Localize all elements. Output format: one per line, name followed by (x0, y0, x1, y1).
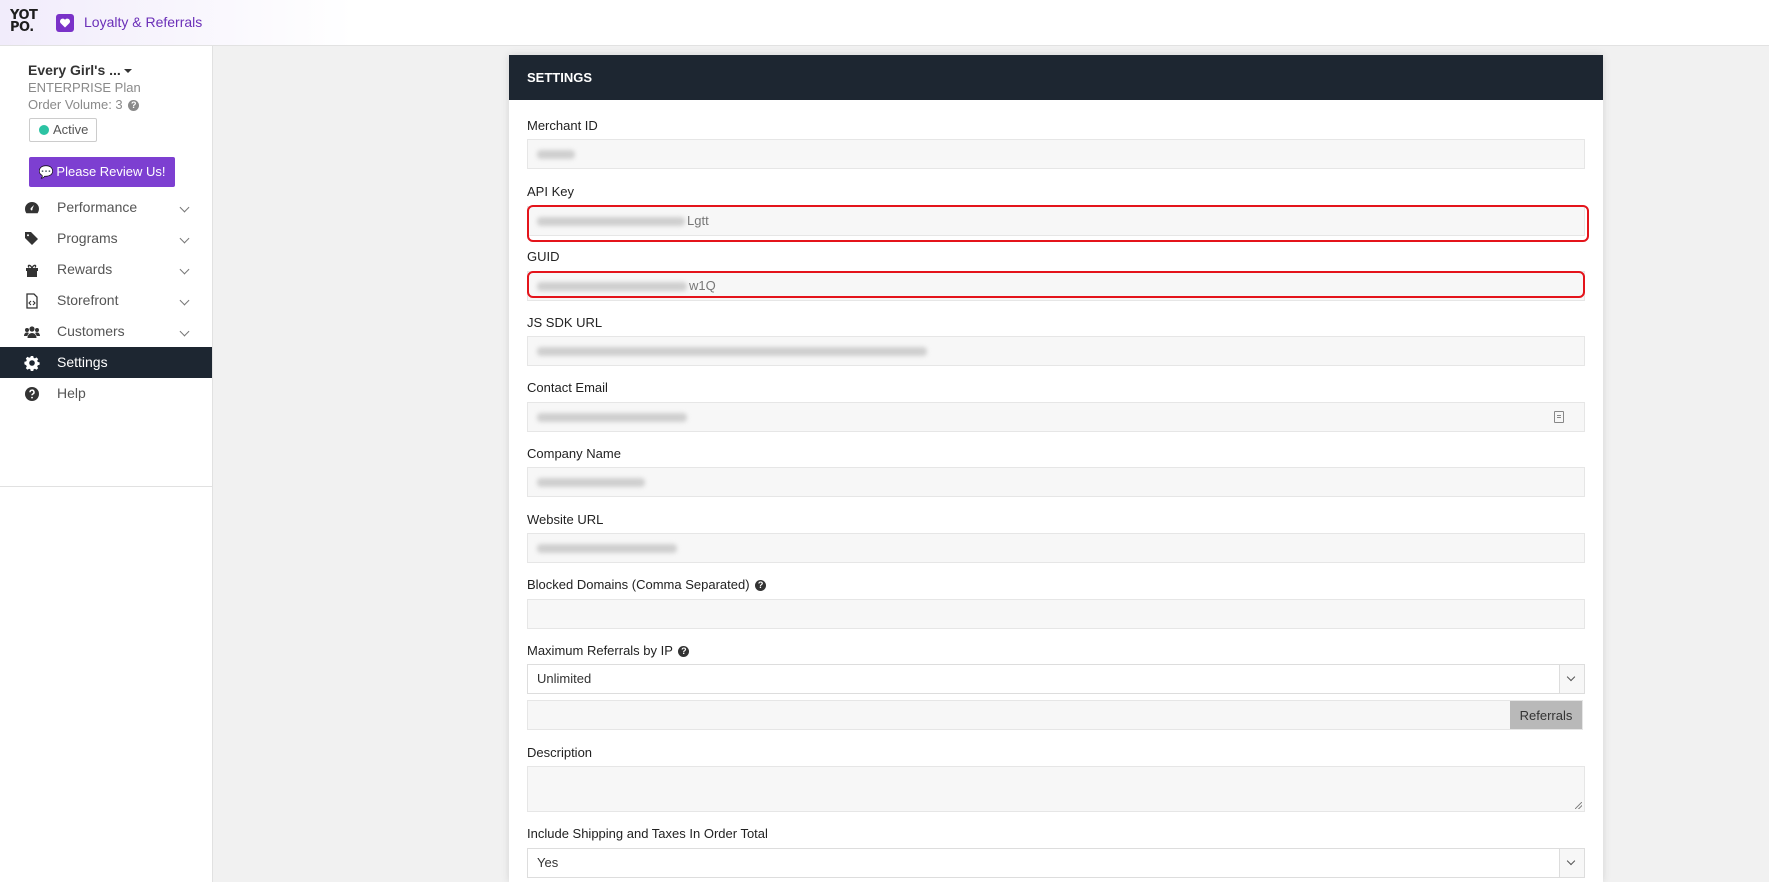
api-key-label: API Key (527, 184, 574, 199)
referrals-addon: Referrals (1510, 701, 1582, 729)
api-key-highlight (527, 205, 1589, 242)
include-shipping-label: Include Shipping and Taxes In Order Tota… (527, 826, 768, 841)
sidebar-item-settings[interactable]: Settings (0, 347, 212, 378)
account-plan: ENTERPRISE Plan (28, 80, 141, 95)
settings-title: SETTINGS (527, 70, 593, 85)
sidebar-item-label: Customers (57, 323, 125, 339)
sidebar-item-label: Performance (57, 199, 138, 215)
chevron-down-icon (179, 326, 190, 337)
settings-panel: SETTINGS Merchant ID API Key Lgtt GUID w… (509, 55, 1603, 882)
max-referrals-count-field[interactable]: Referrals (527, 700, 1583, 730)
question-circle-icon[interactable]: ? (755, 580, 767, 591)
loyalty-heart-icon (56, 14, 74, 32)
app-title[interactable]: Loyalty & Referrals (84, 14, 202, 30)
description-label: Description (527, 745, 593, 760)
sidebar: Every Girl's ... ENTERPRISE Plan Order V… (0, 46, 213, 882)
question-circle-icon[interactable]: ? (678, 646, 690, 657)
dashboard-icon (25, 202, 39, 214)
sidebar-item-performance[interactable]: Performance (0, 192, 212, 223)
gear-icon (24, 356, 40, 371)
review-us-label: Please Review Us! (56, 164, 166, 179)
blocked-domains-label: Blocked Domains (Comma Separated) (527, 577, 750, 592)
sidebar-item-rewards[interactable]: Rewards (0, 254, 212, 285)
blurred-value (537, 347, 927, 357)
settings-header: SETTINGS (509, 55, 1603, 100)
website-url-field[interactable] (527, 533, 1585, 563)
max-referrals-label: Maximum Referrals by IP (527, 643, 673, 658)
top-bar: YOT PO. Loyalty & Referrals (0, 0, 1769, 46)
merchant-id-label: Merchant ID (527, 118, 598, 133)
blurred-value (537, 413, 687, 423)
chevron-down-icon[interactable] (1559, 665, 1584, 693)
chevron-down-icon (179, 202, 190, 213)
include-shipping-select[interactable]: Yes (527, 848, 1585, 878)
max-referrals-value: Unlimited (537, 671, 592, 686)
chevron-down-icon (179, 295, 190, 306)
website-url-label: Website URL (527, 512, 604, 527)
chevron-down-icon[interactable] (1559, 849, 1584, 877)
sidebar-item-programs[interactable]: Programs (0, 223, 212, 254)
yotpo-logo[interactable]: YOT PO. (10, 9, 44, 38)
sidebar-item-label: Help (57, 385, 86, 401)
comment-icon: 💬 (38, 165, 54, 179)
gift-icon (26, 264, 38, 277)
sidebar-item-storefront[interactable]: Storefront (0, 285, 212, 316)
guid-label: GUID (527, 249, 560, 264)
resize-handle-icon[interactable] (1575, 802, 1582, 809)
description-textarea[interactable] (527, 766, 1585, 812)
order-volume-text: Order Volume: 3 (28, 97, 123, 112)
caret-down-icon (123, 69, 132, 74)
account-switcher[interactable]: Every Girl's ... (28, 62, 132, 78)
sidebar-item-label: Storefront (57, 292, 119, 308)
sidebar-item-customers[interactable]: Customers (0, 316, 212, 347)
js-sdk-url-label: JS SDK URL (527, 315, 603, 330)
guid-highlight (527, 271, 1585, 298)
account-name: Every Girl's ... (28, 62, 121, 78)
merchant-id-field[interactable] (527, 139, 1585, 169)
blocked-domains-label-wrap: Blocked Domains (Comma Separated) ? (527, 577, 767, 592)
review-us-button[interactable]: 💬 Please Review Us! (29, 157, 175, 187)
users-icon (24, 326, 40, 338)
include-shipping-value: Yes (537, 855, 559, 870)
sidebar-item-label: Programs (57, 230, 118, 246)
question-circle-icon[interactable]: ? (128, 100, 140, 111)
max-referrals-select[interactable]: Unlimited (527, 664, 1585, 694)
status-dot-icon (39, 125, 49, 135)
js-sdk-url-field[interactable] (527, 336, 1585, 366)
tags-icon (25, 232, 38, 245)
contact-email-field[interactable] (527, 402, 1585, 432)
company-name-label: Company Name (527, 446, 621, 461)
company-name-field[interactable] (527, 467, 1585, 497)
order-volume: Order Volume: 3 ? (28, 97, 140, 112)
contact-card-icon[interactable] (1554, 411, 1564, 423)
question-circle-icon (25, 387, 39, 401)
code-file-icon (26, 293, 38, 309)
status-text: Active (53, 122, 89, 137)
sidebar-item-help[interactable]: Help (0, 378, 212, 409)
blurred-value (537, 150, 575, 160)
blurred-value (537, 544, 677, 554)
status-badge: Active (29, 118, 97, 142)
contact-email-label: Contact Email (527, 380, 608, 395)
sidebar-item-label: Rewards (57, 261, 113, 277)
chevron-down-icon (179, 233, 190, 244)
blocked-domains-field[interactable] (527, 599, 1585, 629)
chevron-down-icon (179, 264, 190, 275)
sidebar-divider (0, 486, 212, 487)
blurred-value (537, 478, 645, 488)
max-referrals-label-wrap: Maximum Referrals by IP ? (527, 643, 690, 658)
sidebar-nav: Performance Programs Rewards Storefront … (0, 192, 212, 409)
sidebar-item-label: Settings (57, 354, 108, 370)
